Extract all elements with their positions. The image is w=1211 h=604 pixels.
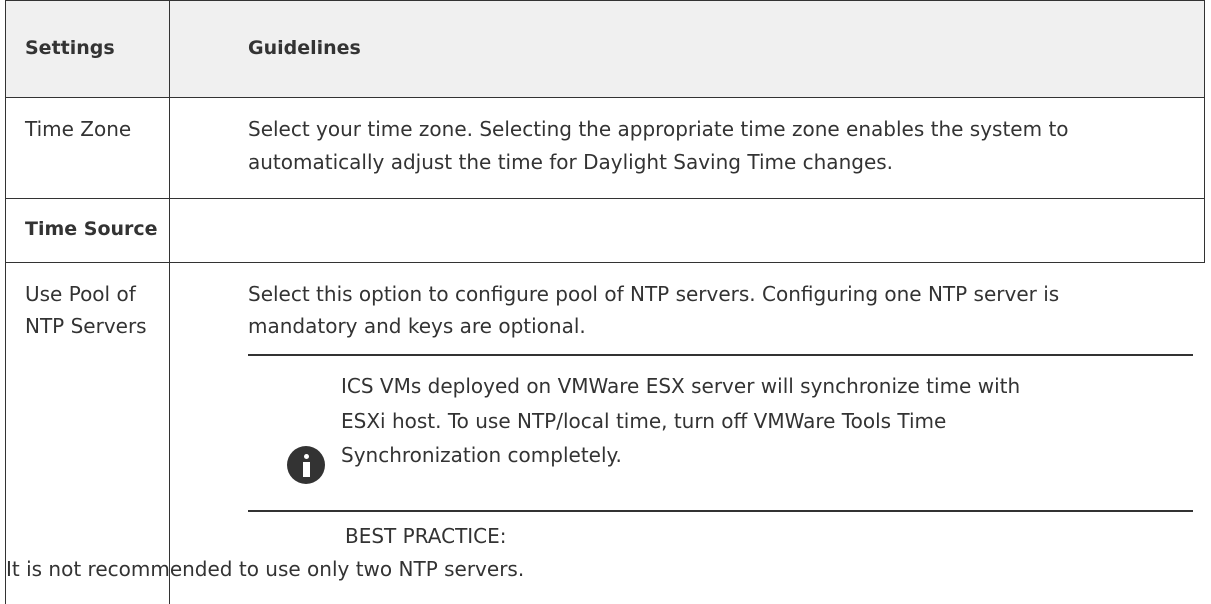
setting-ntp-pool-line2: NTP Servers (25, 314, 147, 338)
note-line2: ESXi host. To use NTP/local time, turn o… (341, 409, 947, 433)
info-icon (287, 446, 325, 484)
table-header-divider (5, 97, 1205, 98)
row-divider (5, 198, 1205, 199)
header-settings: Settings (25, 37, 115, 59)
note-line1: ICS VMs deployed on VMWare ESX server wi… (341, 374, 1021, 398)
row-divider (5, 262, 1205, 263)
section-heading-time-source: Time Source (25, 218, 158, 240)
setting-ntp-pool-line1: Use Pool of (25, 282, 136, 306)
table-border-right (1204, 0, 1205, 262)
column-divider (169, 0, 170, 604)
guideline-time-zone-line1: Select your time zone. Selecting the app… (248, 117, 1069, 141)
table-border-left (5, 0, 6, 604)
setting-time-zone: Time Zone (25, 117, 132, 141)
best-practice-label: BEST PRACTICE: (345, 524, 507, 548)
guideline-time-zone-line2: automatically adjust the time for Daylig… (248, 150, 894, 174)
header-guidelines: Guidelines (248, 37, 361, 59)
table-header-background (5, 0, 1205, 97)
guideline-ntp-pool-line2: mandatory and keys are optional. (248, 314, 586, 338)
best-practice-text: It is not recommended to use only two NT… (6, 557, 525, 581)
note-divider-top (248, 354, 1193, 356)
note-line3: Synchronization completely. (341, 443, 622, 467)
settings-table: Settings Guidelines Time Zone Select you… (5, 0, 1205, 604)
note-divider-bottom (248, 510, 1193, 512)
table-border-top (5, 0, 1205, 1)
guideline-ntp-pool-line1: Select this option to configure pool of … (248, 282, 1060, 306)
